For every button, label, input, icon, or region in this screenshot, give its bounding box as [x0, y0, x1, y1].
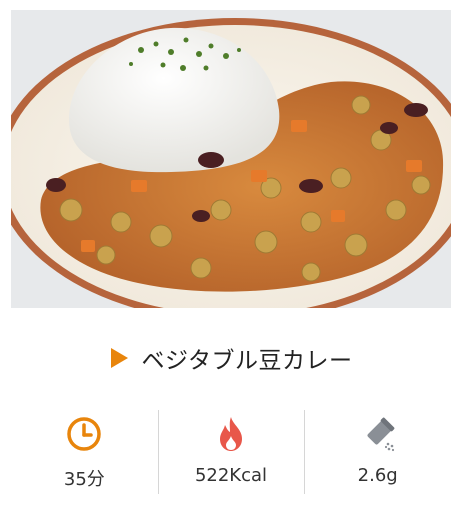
recipe-title: ベジタブル豆カレー: [141, 348, 353, 374]
recipe-card[interactable]: ベジタブル豆カレー 35分 522Kcal 2.6g: [0, 0, 462, 514]
stat-calories-value: 522Kcal: [194, 465, 268, 486]
stat-time: 35分: [11, 410, 158, 494]
stat-time-value: 35分: [63, 469, 105, 490]
flame-icon: [220, 417, 242, 451]
recipe-title-row[interactable]: ベジタブル豆カレー: [0, 338, 462, 378]
stat-salt-value: 2.6g: [357, 465, 398, 486]
salt-shaker-icon: [367, 417, 395, 452]
recipe-photo[interactable]: [11, 10, 451, 308]
clock-icon: [67, 417, 102, 451]
curry-plate-image: [11, 10, 451, 308]
stat-calories: 522Kcal: [157, 410, 305, 494]
recipe-stats: 35分 522Kcal 2.6g: [11, 410, 451, 494]
stat-salt: 2.6g: [304, 410, 451, 494]
play-arrow-icon: [111, 348, 129, 368]
